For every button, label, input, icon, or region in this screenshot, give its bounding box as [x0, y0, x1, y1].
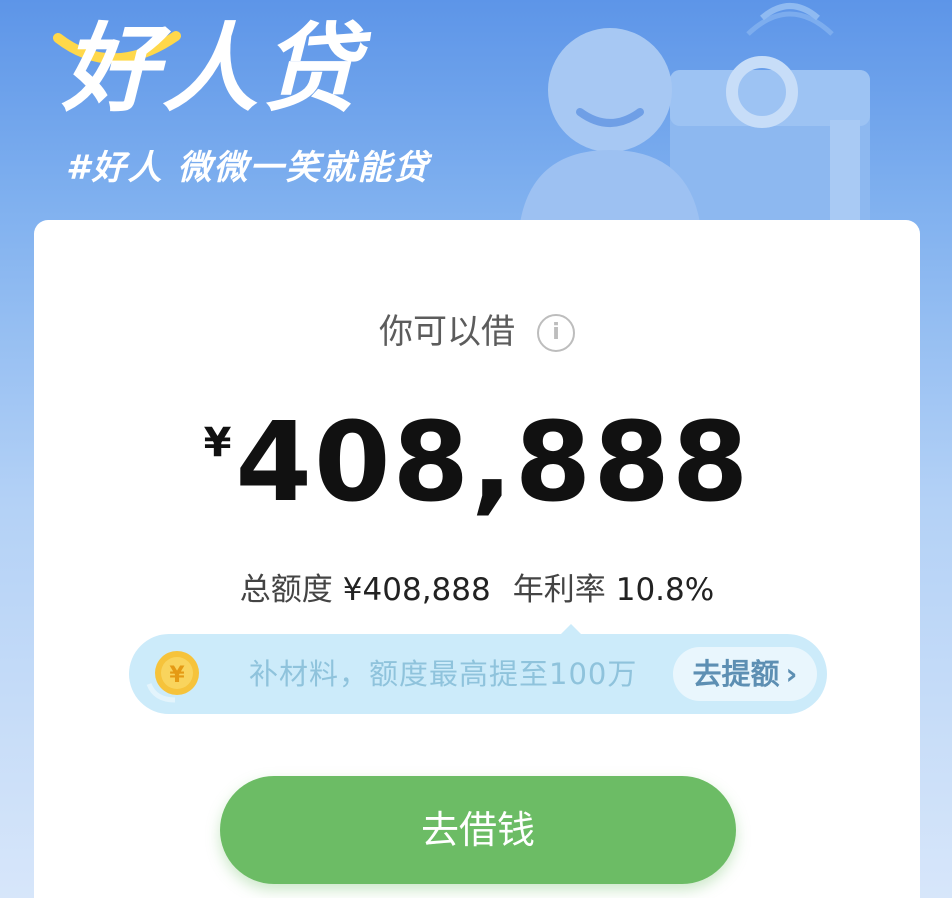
rate-value: 10.8% — [615, 572, 715, 608]
limit-rate-row: 总额度 ¥408,888 年利率 10.8% — [34, 564, 920, 609]
raise-limit-button-label: 去提额 — [692, 657, 780, 691]
borrow-button[interactable]: 去借钱 — [220, 776, 736, 884]
total-limit-value: ¥408,888 — [342, 572, 491, 608]
header-banner: 好人贷 #好人 微微一笑就能贷 — [0, 0, 952, 240]
chevron-right-icon: › — [785, 657, 798, 691]
total-limit-label: 总额度 — [239, 572, 333, 608]
available-label: 你可以借 — [379, 312, 515, 352]
available-amount: 408,888 — [235, 398, 751, 526]
amount-display: ¥408,888 — [34, 398, 920, 526]
info-icon[interactable]: i — [537, 314, 575, 352]
svg-text:¥: ¥ — [169, 663, 185, 688]
banner-pointer — [561, 624, 581, 634]
mascot-illustration-icon — [518, 3, 870, 240]
app-logo: 好人贷 — [62, 13, 362, 125]
currency-symbol: ¥ — [203, 420, 232, 466]
available-row: 你可以借 i — [34, 304, 920, 353]
loan-card: 你可以借 i ¥408,888 总额度 ¥408,888 年利率 10.8% ¥ 补材料… — [34, 220, 920, 898]
raise-limit-text: 补材料，额度最高提至100万 — [249, 657, 638, 691]
app-slogan: #好人 微微一笑就能贷 — [66, 148, 430, 188]
rate-label: 年利率 — [512, 572, 606, 608]
coin-icon: ¥ — [146, 651, 199, 703]
raise-limit-banner[interactable]: ¥ 补材料，额度最高提至100万 去提额 › — [129, 624, 827, 714]
raise-limit-button[interactable]: 去提额 › — [673, 647, 817, 701]
